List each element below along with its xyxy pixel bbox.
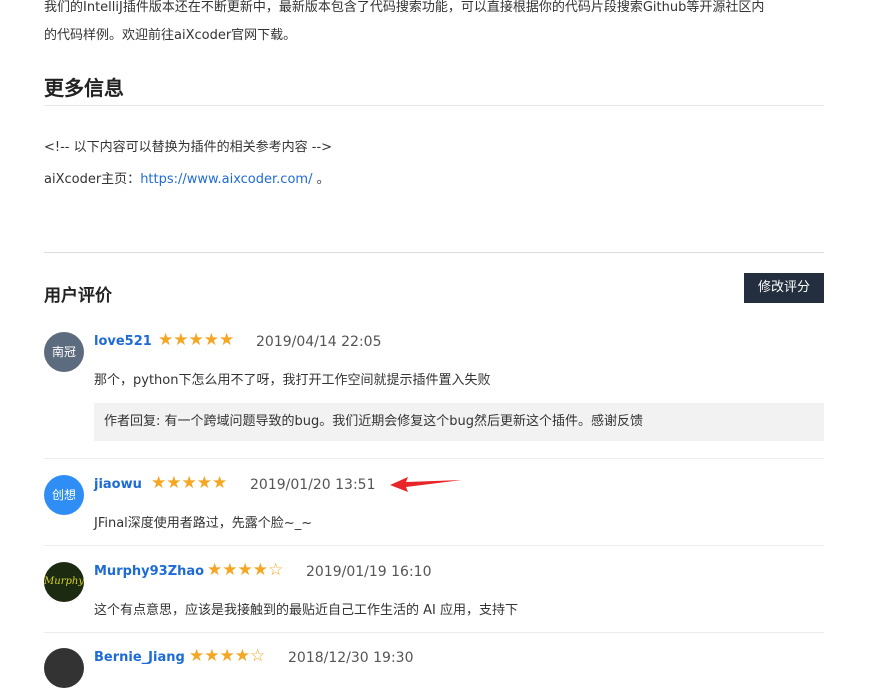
homepage-line: aiXcoder主页：https://www.aixcoder.com/ 。 [44, 168, 330, 187]
star-filled-icon: ★ [212, 473, 228, 493]
rating-stars: ★★★★☆ [207, 560, 283, 580]
review-text: 那个，python下怎么用不了呀，我打开工作空间就提示插件置入失败 [94, 373, 491, 388]
review-text: JFinal深度使用者路过，先露个脸~_~ [94, 516, 313, 531]
more-info-heading: 更多信息 [44, 76, 124, 100]
review-date: 2019/01/19 16:10 [306, 564, 432, 580]
review-item: Bernie_Jiang ★★★★☆ 2018/12/30 19:30 [44, 646, 824, 688]
annotation-arrow-icon [390, 477, 462, 492]
avatar[interactable]: Murphy [44, 562, 84, 602]
star-filled-icon: ★ [219, 646, 235, 666]
star-filled-icon: ★ [188, 330, 204, 350]
homepage-label: aiXcoder主页： [44, 172, 141, 187]
review-date: 2019/04/14 22:05 [256, 334, 382, 350]
avatar[interactable]: 南冠 [44, 332, 84, 372]
star-filled-icon: ★ [207, 560, 223, 580]
star-filled-icon: ★ [234, 646, 250, 666]
avatar[interactable]: 创想 [44, 475, 84, 515]
homepage-link[interactable]: https://www.aixcoder.com/ [140, 172, 312, 187]
star-filled-icon: ★ [203, 330, 219, 350]
star-filled-icon: ★ [219, 330, 235, 350]
intro-paragraph: 我们的IntelliJ插件版本还在不断更新中，最新版本包含了代码搜索功能，可以直… [44, 0, 824, 50]
html-comment-text: <!-- 以下内容可以替换为插件的相关参考内容 --> [44, 140, 333, 155]
review-separator [44, 458, 824, 459]
star-filled-icon: ★ [222, 560, 238, 580]
intro-line-2: 的代码样例。欢迎前往aiXcoder官网下载。 [44, 28, 297, 43]
reviews-heading: 用户评价 [44, 286, 112, 306]
review-separator [44, 632, 824, 633]
star-filled-icon: ★ [252, 560, 268, 580]
homepage-suffix: 。 [312, 172, 330, 187]
review-username[interactable]: jiaowu [94, 477, 142, 492]
review-text: 这个有点意思，应该是我接触到的最贴近自己工作生活的 AI 应用，支持下 [94, 603, 518, 618]
section-divider [44, 252, 824, 253]
star-empty-icon: ☆ [250, 646, 266, 666]
author-reply: 作者回复: 有一个跨域问题导致的bug。我们近期会修复这个bug然后更新这个插件… [94, 403, 824, 441]
star-filled-icon: ★ [151, 473, 167, 493]
review-item: 南冠 love521 ★★★★★ 2019/04/14 22:05 那个，pyt… [44, 330, 824, 452]
star-empty-icon: ☆ [268, 560, 284, 580]
review-separator [44, 545, 824, 546]
avatar[interactable] [44, 648, 84, 688]
intro-line-1: 我们的IntelliJ插件版本还在不断更新中，最新版本包含了代码搜索功能，可以直… [44, 0, 765, 15]
review-username[interactable]: Murphy93Zhao [94, 564, 204, 579]
review-username[interactable]: love521 [94, 334, 152, 349]
star-filled-icon: ★ [204, 646, 220, 666]
star-filled-icon: ★ [237, 560, 253, 580]
star-filled-icon: ★ [166, 473, 182, 493]
review-item: Murphy Murphy93Zhao ★★★★☆ 2019/01/19 16:… [44, 560, 824, 622]
edit-rating-button[interactable]: 修改评分 [744, 273, 824, 303]
star-filled-icon: ★ [181, 473, 197, 493]
star-filled-icon: ★ [189, 646, 205, 666]
review-date: 2018/12/30 19:30 [288, 650, 414, 666]
star-filled-icon: ★ [196, 473, 212, 493]
review-date: 2019/01/20 13:51 [250, 477, 376, 493]
rating-stars: ★★★★☆ [189, 646, 265, 666]
rating-stars: ★★★★★ [158, 330, 234, 350]
divider [44, 105, 824, 106]
rating-stars: ★★★★★ [151, 473, 227, 493]
star-filled-icon: ★ [173, 330, 189, 350]
star-filled-icon: ★ [158, 330, 174, 350]
